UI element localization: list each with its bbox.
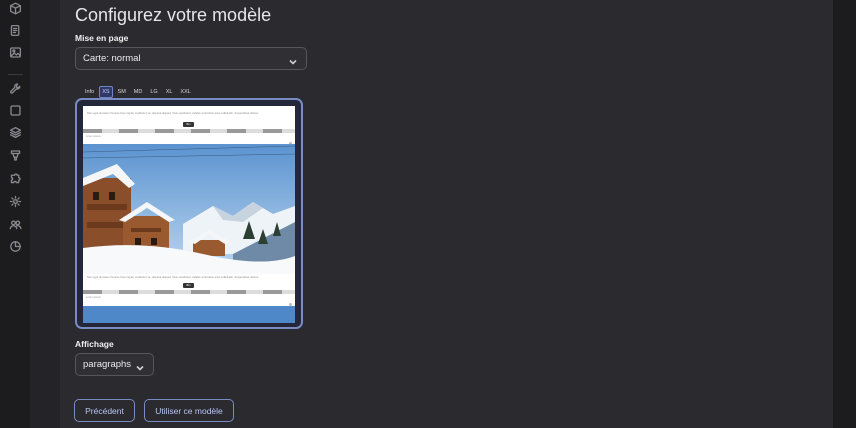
- previous-button[interactable]: Précédent: [74, 399, 135, 422]
- images-icon[interactable]: [8, 45, 22, 59]
- display-select-value: paragraphs: [83, 359, 132, 370]
- preview-button-2: Btn: [183, 283, 194, 288]
- puzzle-icon[interactable]: [8, 171, 22, 185]
- tab-info[interactable]: Info: [82, 86, 97, 98]
- pie-chart-icon[interactable]: [8, 239, 22, 253]
- preview-canvas: Nam eget dui etiam rhoncus lorem ligula,…: [83, 106, 295, 323]
- chalet-photo: [83, 144, 295, 274]
- preview-band-2: [83, 290, 295, 294]
- use-template-button[interactable]: Utiliser ce modèle: [144, 399, 234, 422]
- tab-lg[interactable]: LG: [147, 86, 160, 98]
- breakpoint-tabs: Info XS SM MD LG XL XXL: [82, 86, 196, 98]
- chevron-down-icon: [135, 360, 145, 371]
- preview-band: [83, 129, 295, 133]
- square-icon[interactable]: [8, 103, 22, 117]
- tab-xl[interactable]: XL: [163, 86, 176, 98]
- users-icon[interactable]: [8, 217, 22, 231]
- wrench-icon[interactable]: [8, 81, 22, 95]
- preview-text: Nam eget dui etiam rhoncus lorem ligula,…: [87, 112, 259, 115]
- sidebar: [0, 0, 30, 428]
- layers-icon[interactable]: [8, 125, 22, 139]
- preview-button: Btn: [183, 122, 194, 127]
- display-select[interactable]: paragraphs: [75, 353, 154, 376]
- tab-md[interactable]: MD: [131, 86, 146, 98]
- display-label: Affichage: [75, 339, 114, 349]
- right-gutter: [833, 0, 856, 428]
- chevron-down-icon: [288, 54, 298, 65]
- sky-photo-strip: [83, 306, 295, 323]
- sidebar-divider: [8, 74, 23, 75]
- template-preview[interactable]: Nam eget dui etiam rhoncus lorem ligula,…: [75, 98, 303, 329]
- tab-sm[interactable]: SM: [115, 86, 129, 98]
- tab-xs[interactable]: XS: [99, 86, 113, 98]
- layout-label: Mise en page: [75, 33, 129, 43]
- documents-icon[interactable]: [8, 23, 22, 37]
- layout-select-value: Carte: normal: [83, 53, 141, 64]
- cube-icon[interactable]: [8, 1, 22, 15]
- left-gutter: [30, 0, 60, 428]
- layout-select[interactable]: Carte: normal: [75, 47, 307, 70]
- preview-caption: Lorem ipsum: [86, 135, 101, 138]
- preview-text-2: Nam eget dui etiam rhoncus lorem ligula,…: [87, 276, 259, 279]
- preview-caption-2: Lorem ipsum: [86, 296, 101, 299]
- page-title: Configurez votre modèle: [75, 5, 272, 25]
- main-panel: Configurez votre modèle Mise en page Car…: [60, 0, 833, 428]
- brush-icon[interactable]: [8, 148, 22, 162]
- tab-xxl[interactable]: XXL: [177, 86, 193, 98]
- gear-icon[interactable]: [8, 194, 22, 208]
